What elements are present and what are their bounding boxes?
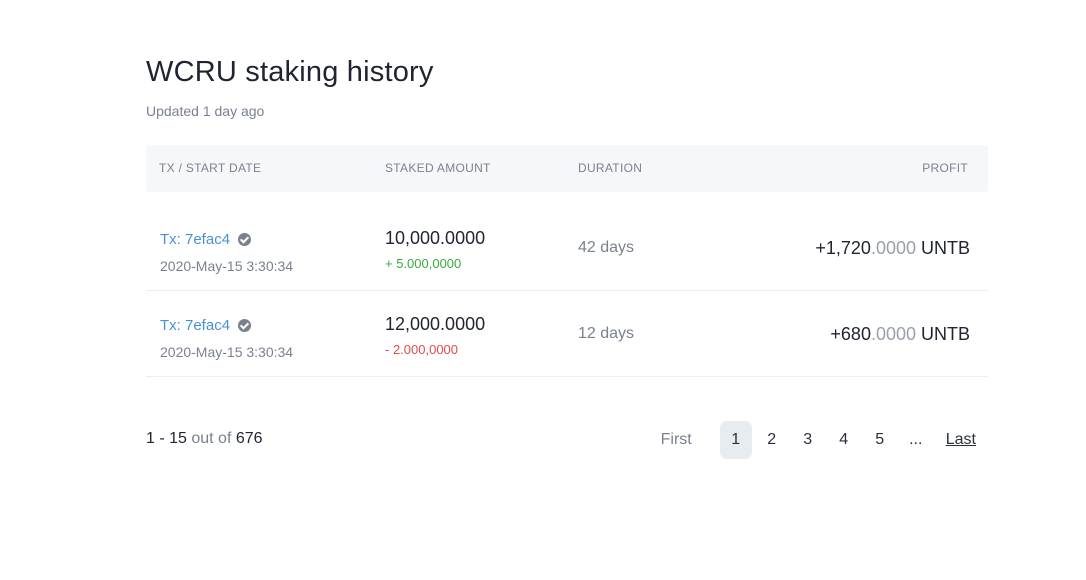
tx-link[interactable]: Tx: 7efac4 xyxy=(160,317,252,334)
updated-timestamp: Updated 1 day ago xyxy=(146,103,265,119)
page-links: First 1 2 3 4 5 ... Last xyxy=(661,420,976,460)
tx-link[interactable]: Tx: 7efac4 xyxy=(160,231,252,248)
page-button-1[interactable]: 1 xyxy=(719,421,752,459)
start-date: 2020-May-15 3:30:34 xyxy=(160,344,294,360)
table-header: TX / START DATE STAKED AMOUNT DURATION P… xyxy=(146,145,988,192)
page-button-5[interactable]: 5 xyxy=(864,421,896,459)
range-total: 676 xyxy=(235,430,263,447)
tx-link-label: Tx: 7efac4 xyxy=(160,317,231,334)
staked-amount: 10,000.0000 xyxy=(385,228,486,248)
table-body: Tx: 7efac4 2020-May-15 3:30:34 10,000.00… xyxy=(146,205,988,377)
column-header-profit: PROFIT xyxy=(922,161,968,175)
profit: +1,720.0000 UNTB xyxy=(815,238,970,259)
profit: +680.0000 UNTB xyxy=(830,324,970,345)
page-button-3[interactable]: 3 xyxy=(792,421,824,459)
profit-decimals: .0000 xyxy=(870,324,916,344)
profit-integer: +680 xyxy=(830,324,871,344)
range-out-of: out of xyxy=(186,430,236,447)
staked-amount: 12,000.0000 xyxy=(385,314,486,334)
column-header-duration: DURATION xyxy=(578,161,643,175)
profit-integer: +1,720 xyxy=(815,238,871,258)
pagination: 1 - 15 out of 676 First 1 2 3 4 5 ... La… xyxy=(146,420,988,460)
profit-unit: UNTB xyxy=(916,324,970,344)
pagination-range: 1 - 15 out of 676 xyxy=(146,430,263,448)
start-date: 2020-May-15 3:30:34 xyxy=(160,258,294,274)
last-page-button[interactable]: Last xyxy=(946,421,976,459)
verified-check-icon xyxy=(238,233,252,246)
range-value: 1 - 15 xyxy=(146,430,187,447)
first-page-button[interactable]: First xyxy=(661,421,692,459)
table-row: Tx: 7efac4 2020-May-15 3:30:34 10,000.00… xyxy=(146,205,988,291)
staking-history-panel: WCRU staking history Updated 1 day ago T… xyxy=(146,54,988,460)
duration: 12 days xyxy=(578,325,635,342)
tx-link-label: Tx: 7efac4 xyxy=(160,231,231,248)
duration: 42 days xyxy=(578,239,635,256)
amount-change: + 5.000,0000 xyxy=(385,256,462,271)
profit-unit: UNTB xyxy=(916,238,970,258)
table-row: Tx: 7efac4 2020-May-15 3:30:34 12,000.00… xyxy=(146,291,988,377)
verified-check-icon xyxy=(238,319,252,332)
profit-decimals: .0000 xyxy=(870,238,916,258)
column-header-staked-amount: STAKED AMOUNT xyxy=(385,161,491,175)
column-header-tx: TX / START DATE xyxy=(159,161,262,175)
page-button-2[interactable]: 2 xyxy=(756,421,788,459)
pagination-ellipsis: ... xyxy=(909,431,923,448)
page-title: WCRU staking history xyxy=(146,56,434,88)
amount-change: - 2.000,0000 xyxy=(385,342,459,357)
page-button-4[interactable]: 4 xyxy=(828,421,860,459)
